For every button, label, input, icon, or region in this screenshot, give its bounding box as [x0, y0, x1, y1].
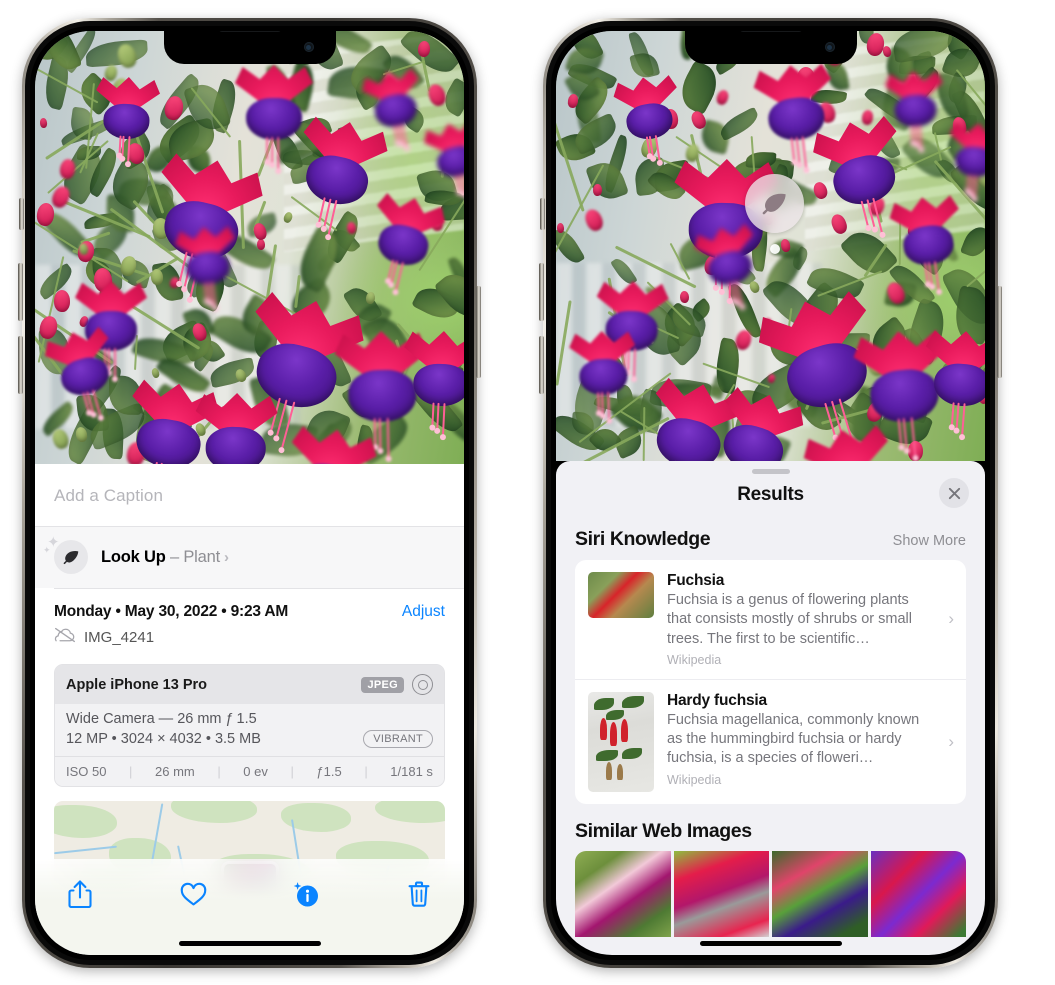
list-item[interactable]: Fuchsia Fuchsia is a genus of flowering … [575, 560, 966, 679]
lens-line: Wide Camera — 26 mm ƒ 1.5 [66, 711, 257, 727]
right-phone-screen: Results Siri Knowledge Show More Fuchsia… [556, 31, 985, 955]
results-sheet: Results Siri Knowledge Show More Fuchsia… [556, 461, 985, 955]
cloud-slash-icon [54, 627, 76, 648]
photo-info-sheet: Add a Caption ✦ ✦ Look Up – Plant › Mond… [35, 464, 464, 955]
adjust-button[interactable]: Adjust [402, 603, 445, 621]
section-title: Similar Web Images [575, 819, 752, 842]
exif-sep: | [217, 764, 221, 779]
list-item[interactable]: Hardy fuchsia Fuchsia magellanica, commo… [575, 678, 966, 804]
show-more-button[interactable]: Show More [893, 533, 966, 549]
similar-images-strip [575, 850, 966, 937]
volume-up-button[interactable] [18, 263, 23, 321]
look-up-label: Look Up – Plant › [101, 548, 229, 567]
screenshot-root: Add a Caption ✦ ✦ Look Up – Plant › Mond… [0, 0, 1055, 985]
left-phone-device: Add a Caption ✦ ✦ Look Up – Plant › Mond… [18, 18, 481, 968]
raw-ring-icon [412, 674, 433, 695]
close-button[interactable] [939, 478, 969, 508]
exif-sep: | [364, 764, 368, 779]
specs-line: 12 MP • 3024 × 4032 • 3.5 MB [66, 731, 261, 747]
earpiece-speaker [739, 31, 802, 32]
close-icon [948, 487, 960, 499]
look-up-title: Look Up [101, 547, 166, 566]
exif-iso: ISO 50 [66, 764, 107, 779]
leaf-icon [745, 174, 804, 233]
camera-card-body: Wide Camera — 26 mm ƒ 1.5 12 MP • 3024 ×… [55, 704, 444, 756]
look-up-row[interactable]: ✦ ✦ Look Up – Plant › [35, 527, 464, 588]
result-title: Hardy fuchsia [667, 691, 767, 709]
front-camera [303, 42, 314, 52]
capture-date: Monday • May 30, 2022 • 9:23 AM [54, 603, 289, 620]
power-button[interactable] [476, 286, 481, 378]
badge-anchor-dot [769, 244, 780, 254]
sparkle-small-icon: ✦ [43, 545, 51, 555]
exif-aperture: ƒ1.5 [316, 764, 342, 779]
earpiece-speaker [218, 31, 281, 32]
camera-card-header: Apple iPhone 13 Pro JPEG [55, 665, 444, 704]
delete-button[interactable] [400, 875, 438, 913]
similar-web-images-header: Similar Web Images [556, 804, 985, 851]
left-phone-screen: Add a Caption ✦ ✦ Look Up – Plant › Mond… [35, 31, 464, 955]
result-source: Wikipedia [667, 652, 722, 667]
exif-row: ISO 50 | 26 mm | 0 ev | ƒ1.5 | 1/181 s [55, 756, 444, 786]
silence-switch[interactable] [540, 198, 545, 230]
visual-lookup-badge[interactable] [745, 174, 804, 254]
exif-focal: 26 mm [155, 764, 195, 779]
power-button[interactable] [997, 286, 1002, 378]
style-badge: VIBRANT [363, 730, 433, 748]
siri-knowledge-card: Fuchsia Fuchsia is a genus of flowering … [575, 560, 966, 804]
share-button[interactable] [61, 875, 99, 913]
volume-up-button[interactable] [539, 263, 544, 321]
similar-image[interactable] [772, 850, 868, 937]
device-notch [163, 31, 336, 64]
result-description: Fuchsia magellanica, commonly known as t… [667, 711, 920, 767]
photo-viewer[interactable] [35, 31, 464, 464]
home-indicator[interactable] [178, 941, 321, 946]
chevron-right-icon: › [948, 609, 954, 629]
page-title: Results [737, 484, 804, 505]
similar-image[interactable] [673, 850, 769, 937]
chevron-right-icon: › [223, 548, 229, 566]
look-up-dash: – [169, 547, 179, 566]
exif-sep: | [290, 764, 294, 779]
foliage-layer [35, 31, 464, 464]
result-description: Fuchsia is a genus of flowering plants t… [667, 592, 912, 647]
volume-down-button[interactable] [18, 336, 23, 394]
camera-info-card[interactable]: Apple iPhone 13 Pro JPEG Wide Camera — 2… [54, 664, 445, 787]
caption-input[interactable]: Add a Caption [35, 464, 464, 526]
format-badge: JPEG [361, 676, 404, 693]
right-phone-device: Results Siri Knowledge Show More Fuchsia… [539, 18, 1002, 968]
camera-model: Apple iPhone 13 Pro [66, 676, 207, 693]
exif-ev: 0 ev [243, 764, 268, 779]
favorite-button[interactable] [174, 875, 212, 913]
result-thumbnail [588, 572, 654, 618]
volume-down-button[interactable] [539, 336, 544, 394]
exif-shutter: 1/181 s [390, 764, 433, 779]
result-title: Fuchsia [667, 572, 725, 589]
front-camera [824, 42, 835, 52]
result-thumbnail [588, 691, 654, 792]
home-indicator[interactable] [699, 941, 842, 946]
result-source: Wikipedia [667, 772, 722, 787]
similar-image[interactable] [870, 850, 966, 937]
date-block: Monday • May 30, 2022 • 9:23 AM Adjust I… [35, 589, 464, 658]
leaf-icon: ✦ ✦ [43, 535, 88, 574]
exif-sep: | [129, 764, 133, 779]
file-name: IMG_4241 [84, 629, 155, 646]
chevron-right-icon: › [948, 731, 954, 751]
look-up-subject: Plant [183, 547, 220, 566]
siri-knowledge-header: Siri Knowledge Show More [556, 520, 985, 560]
silence-switch[interactable] [19, 198, 24, 230]
section-title: Siri Knowledge [575, 528, 711, 550]
similar-image[interactable] [575, 850, 671, 937]
results-header: Results [556, 474, 985, 520]
device-notch [684, 31, 857, 64]
info-button[interactable] [287, 875, 325, 913]
